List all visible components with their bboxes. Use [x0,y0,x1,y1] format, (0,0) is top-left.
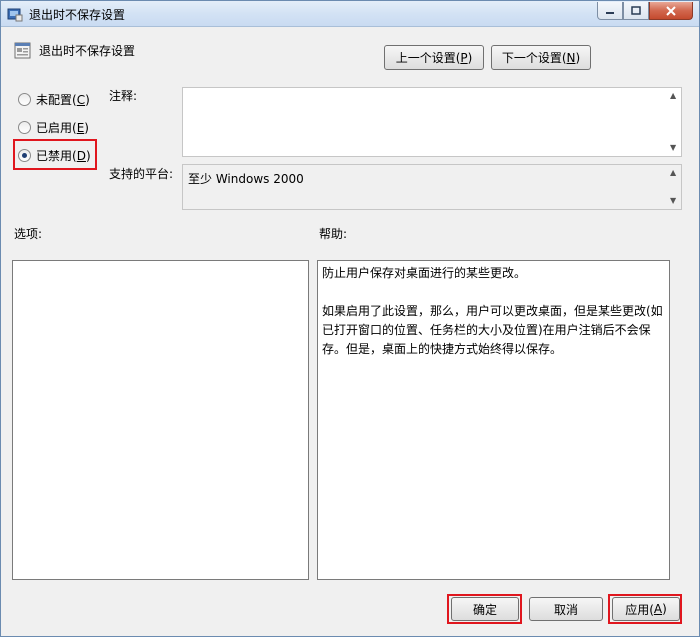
options-label: 选项: [14,227,43,241]
radio-circle-checked[interactable] [18,149,31,162]
ok-button[interactable]: 确定 [451,597,519,621]
help-line-1: 防止用户保存对桌面进行的某些更改。 [322,266,527,280]
radio-circle[interactable] [18,93,31,106]
radio-label: 已启用( [36,121,77,135]
radio-label: 未配置( [36,93,77,107]
radio-key: E [76,120,85,135]
apply-label: 应用( [625,602,654,617]
cancel-button[interactable]: 取消 [529,597,603,621]
platform-scrollbar[interactable]: ▲ ▼ [667,165,681,209]
window-title: 退出时不保存设置 [29,8,126,22]
next-setting-label: 下一个设置( [501,51,567,65]
radio-enabled[interactable]: 已启用(E) [18,119,89,136]
help-text: 防止用户保存对桌面进行的某些更改。 如果启用了此设置，那么，用户可以更改桌面，但… [322,264,665,359]
help-paragraph-2: 如果启用了此设置，那么，用户可以更改桌面，但是某些更改(如已打开窗口的位置、任务… [322,304,663,356]
maximize-icon [631,6,641,15]
window-controls [597,2,693,20]
policy-app-icon [7,8,23,22]
platform-field: 至少 Windows 2000 ▲ ▼ [182,164,682,210]
title-bar[interactable]: 退出时不保存设置 [1,1,699,27]
options-panel [12,260,309,580]
comment-scrollbar[interactable]: ▲ ▼ [667,88,681,156]
radio-key: D [76,148,86,163]
apply-button[interactable]: 应用(A) [612,597,680,621]
comment-label: 注释: [109,89,138,103]
platform-label: 支持的平台: [109,167,174,181]
scroll-down-icon[interactable]: ▼ [670,144,676,152]
ok-label: 确定 [472,602,497,617]
close-button[interactable] [649,2,693,20]
radio-circle[interactable] [18,121,31,134]
help-label: 帮助: [319,227,348,241]
next-setting-button[interactable]: 下一个设置(N) [491,45,591,70]
policy-setting-window: 退出时不保存设置 退出时不保存设置 上一个设置(P) 下一个设置(N) 未配置 [0,0,700,637]
apply-key: A [653,602,663,616]
scroll-down-icon[interactable]: ▼ [670,197,676,205]
help-panel: 防止用户保存对桌面进行的某些更改。 如果启用了此设置，那么，用户可以更改桌面，但… [317,260,670,580]
minimize-button[interactable] [597,2,623,20]
next-setting-key: N [566,50,576,65]
radio-disabled[interactable]: 已禁用(D) [18,147,91,164]
scroll-up-icon[interactable]: ▲ [670,169,676,177]
maximize-button[interactable] [623,2,649,20]
close-icon [666,5,676,16]
setting-name: 退出时不保存设置 [39,44,136,58]
radio-not-configured[interactable]: 未配置(C) [18,91,90,108]
scroll-up-icon[interactable]: ▲ [670,92,676,100]
comment-textarea[interactable]: ▲ ▼ [182,87,682,157]
radio-label: 已禁用( [36,149,77,163]
previous-setting-key: P [460,50,468,65]
minimize-icon [606,11,614,14]
previous-setting-label: 上一个设置( [395,51,461,65]
previous-setting-button[interactable]: 上一个设置(P) [384,45,484,70]
platform-value: 至少 Windows 2000 [188,172,304,186]
cancel-label: 取消 [553,602,578,617]
radio-key: C [76,92,86,107]
policy-setting-icon [14,42,31,59]
